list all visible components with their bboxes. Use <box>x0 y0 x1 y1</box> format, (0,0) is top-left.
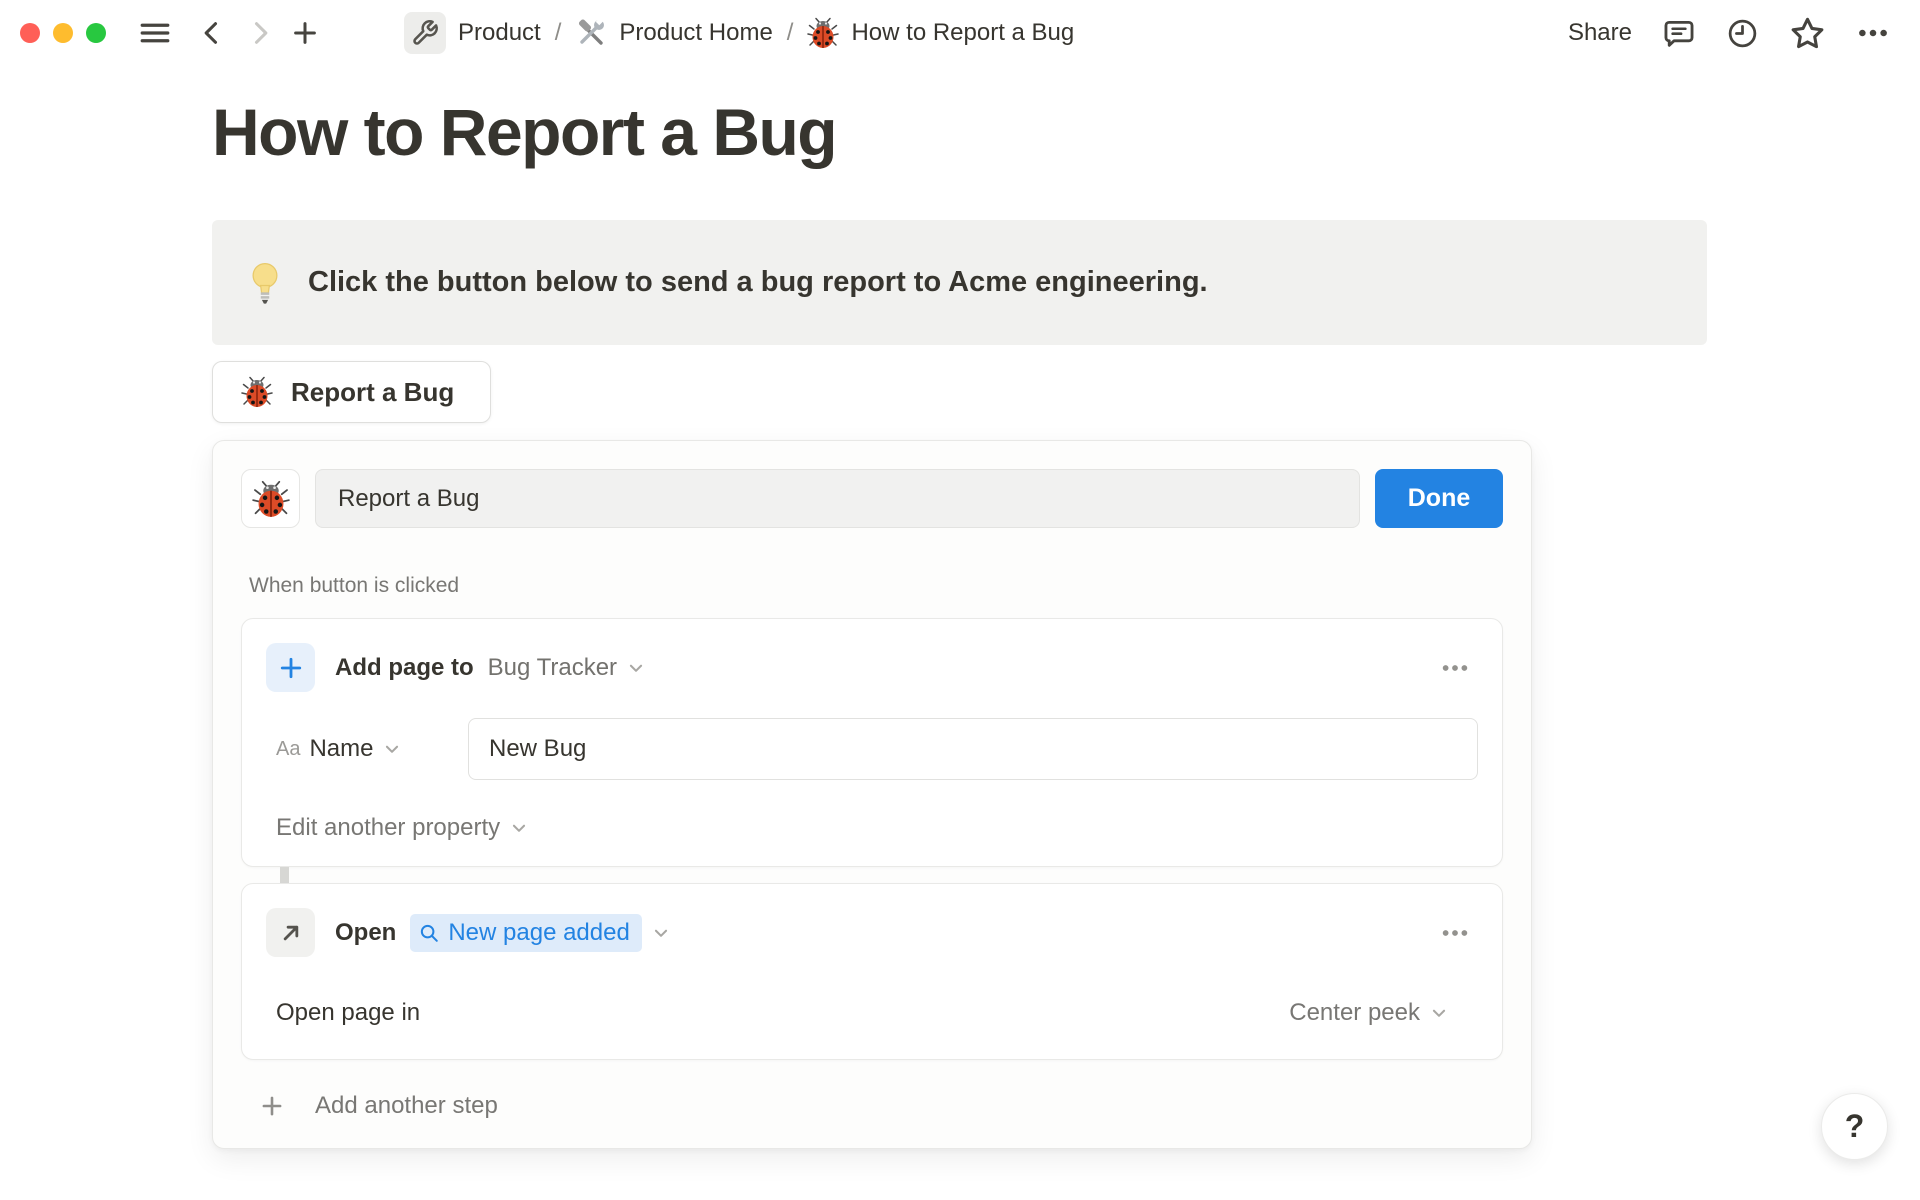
help-button[interactable]: ? <box>1821 1093 1888 1160</box>
ladybug-icon <box>241 376 273 408</box>
step-card-open-page: Open New page added Open page in Center … <box>241 883 1503 1060</box>
breadcrumb: Product / Product Home / How to Report a… <box>404 12 1074 54</box>
arrow-up-right-icon <box>277 919 305 947</box>
zoom-window-button[interactable] <box>86 23 106 43</box>
open-target-value: New page added <box>448 918 630 946</box>
step-options-button[interactable] <box>1440 918 1470 948</box>
edit-another-property-label: Edit another property <box>276 814 501 841</box>
plus-icon <box>290 18 320 48</box>
breadcrumb-item-current-page[interactable]: How to Report a Bug <box>807 17 1074 49</box>
new-page-button[interactable] <box>290 18 320 48</box>
text-property-type-icon: Aa <box>276 737 301 760</box>
search-icon <box>418 922 440 944</box>
traffic-lights <box>20 23 106 43</box>
ladybug-icon <box>807 17 839 49</box>
hammer-and-wrench-icon <box>575 17 607 49</box>
property-name: Name <box>309 735 374 762</box>
chevron-left-icon <box>198 19 226 47</box>
breadcrumb-item-product[interactable]: Product <box>404 12 541 54</box>
open-target-dropdown[interactable]: New page added <box>410 913 642 952</box>
comments-button[interactable] <box>1662 16 1696 50</box>
property-value-input[interactable] <box>468 718 1478 780</box>
page-body: How to Report a Bug Click the button bel… <box>0 94 1920 1149</box>
open-page-in-row: Open page in Center peek <box>266 999 1478 1035</box>
button-block-label: Report a Bug <box>291 376 455 407</box>
breadcrumb-separator: / <box>786 19 794 46</box>
breadcrumb-label: How to Report a Bug <box>851 19 1075 46</box>
ellipsis-icon <box>1440 918 1470 948</box>
chevron-down-icon <box>383 740 401 758</box>
plus-icon <box>259 1093 285 1119</box>
chevron-down-icon <box>652 924 670 942</box>
plus-icon <box>277 654 305 682</box>
property-row: Aa Name <box>266 718 1478 780</box>
share-button[interactable]: Share <box>1568 19 1632 47</box>
database-select-dropdown[interactable]: Bug Tracker <box>488 654 645 682</box>
back-button[interactable] <box>198 19 226 47</box>
page-title: How to Report a Bug <box>212 95 838 169</box>
trigger-label: When button is clicked <box>249 574 460 597</box>
toolbar-actions: Share <box>1568 15 1890 52</box>
chevron-down-icon <box>510 819 528 837</box>
callout-block: Click the button below to send a bug rep… <box>212 220 1707 345</box>
database-select-value: Bug Tracker <box>487 653 618 681</box>
open-page-in-label: Open page in <box>276 999 421 1026</box>
chevron-down-icon <box>627 659 645 677</box>
breadcrumb-separator: / <box>554 19 562 46</box>
favorite-button[interactable] <box>1789 15 1826 52</box>
more-options-button[interactable] <box>1856 16 1890 50</box>
ellipsis-icon <box>1440 653 1470 683</box>
notion-window: Product / Product Home / How to Report a… <box>0 0 1920 1200</box>
chevron-right-icon <box>246 19 274 47</box>
sidebar-menu-button[interactable] <box>138 16 172 50</box>
edit-another-property-button[interactable]: Edit another property <box>276 814 528 842</box>
button-name-input[interactable] <box>315 469 1360 528</box>
minimize-window-button[interactable] <box>53 23 73 43</box>
report-a-bug-button-block[interactable]: Report a Bug <box>212 361 492 423</box>
step-header: Add page to Bug Tracker <box>266 643 1478 692</box>
hamburger-menu-icon <box>138 16 172 50</box>
button-icon-picker[interactable] <box>241 469 300 528</box>
breadcrumb-item-product-home[interactable]: Product Home <box>575 17 773 49</box>
open-page-step-tile <box>266 908 315 957</box>
comment-icon <box>1662 16 1696 50</box>
ladybug-icon <box>252 480 290 518</box>
step-header: Open New page added <box>266 908 1478 957</box>
add-another-step-label: Add another step <box>315 1092 498 1119</box>
step-action-label: Open <box>335 918 397 946</box>
property-select-dropdown[interactable]: Aa Name <box>276 735 468 763</box>
add-another-step-button[interactable]: Add another step <box>259 1092 498 1120</box>
button-editor-panel: Done When button is clicked Add page to … <box>212 440 1532 1149</box>
breadcrumb-label: Product Home <box>619 19 773 46</box>
step-options-button[interactable] <box>1440 653 1470 683</box>
step-card-add-page: Add page to Bug Tracker Aa Name New Bug … <box>241 618 1503 867</box>
forward-button[interactable] <box>246 19 274 47</box>
wrench-icon <box>411 19 439 47</box>
editor-header: Done <box>241 469 1503 528</box>
open-mode-value: Center peek <box>1289 999 1420 1026</box>
step-action-label: Add page to <box>335 653 474 681</box>
callout-text: Click the button below to send a bug rep… <box>308 266 1208 298</box>
teamspace-tile <box>404 12 446 54</box>
breadcrumb-label: Product <box>458 19 541 46</box>
chevron-down-icon <box>1430 1004 1448 1022</box>
star-icon <box>1789 15 1826 52</box>
open-mode-dropdown[interactable]: Center peek <box>1289 999 1448 1027</box>
add-page-step-tile <box>266 643 315 692</box>
ellipsis-icon <box>1856 16 1890 50</box>
close-window-button[interactable] <box>20 23 40 43</box>
clock-icon <box>1726 17 1759 50</box>
window-toolbar: Product / Product Home / How to Report a… <box>0 0 1920 66</box>
step-connector <box>280 867 289 883</box>
light-bulb-icon <box>250 261 280 305</box>
done-button[interactable]: Done <box>1375 469 1503 528</box>
history-button[interactable] <box>1726 17 1759 50</box>
